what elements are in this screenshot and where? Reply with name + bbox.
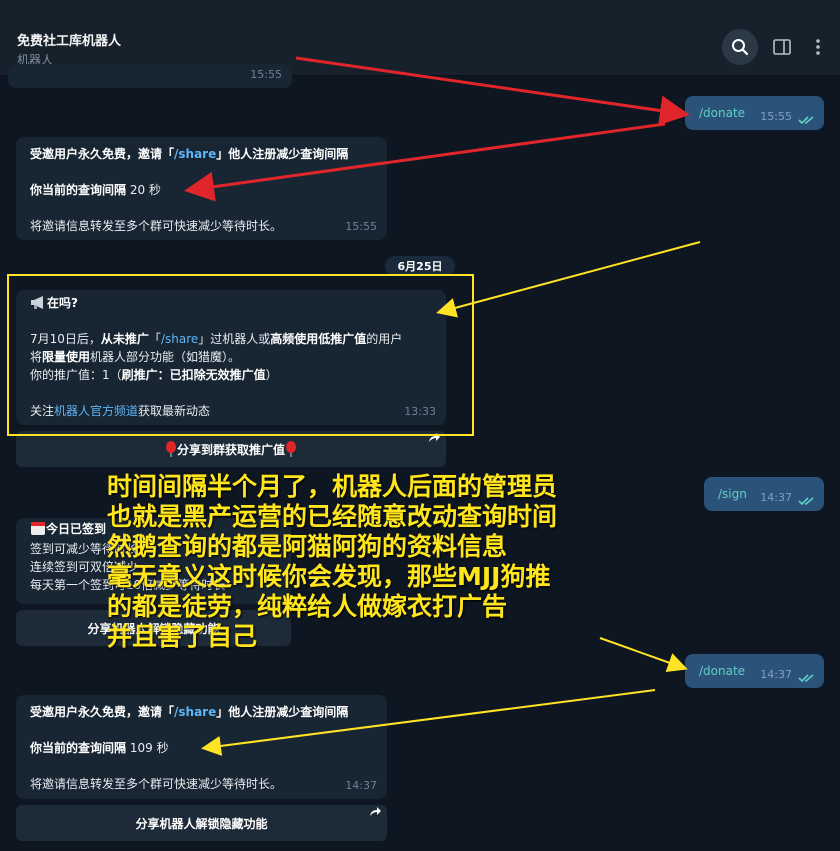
read-checks-icon xyxy=(798,674,814,683)
more-button[interactable] xyxy=(800,29,836,65)
commentary-line: 毫无意义这时候你会发现，那些MJJ狗推 xyxy=(107,562,551,591)
read-checks-icon xyxy=(798,497,814,506)
command-text: /sign xyxy=(718,487,747,501)
share-to-group-button[interactable]: 分享到群获取推广值 xyxy=(16,431,446,467)
share-to-group-label: 分享到群获取推广值 xyxy=(176,442,285,457)
commentary-line: 时间间隔半个月了，机器人后面的管理员 xyxy=(107,472,558,501)
signin-title-line: 今日已签到 xyxy=(30,520,106,538)
message-time: 14:37 xyxy=(760,491,792,504)
search-icon xyxy=(732,39,749,56)
sidebar-panel-icon xyxy=(773,39,791,55)
message-time: 15:55 xyxy=(345,220,377,233)
message-truncated: 15:55 xyxy=(8,64,292,88)
more-vertical-icon xyxy=(816,39,820,55)
commentary-line: 然鹅查询的都是阿猫阿狗的资料信息 xyxy=(107,532,508,561)
share-invite-line: 受邀用户永久免费，邀请「/share」他人注册减少查询间隔 xyxy=(30,705,349,719)
interval-line: 你当前的查询间隔 109 秒 xyxy=(30,741,169,755)
commentary-line: 也就是黑产运营的已经随意改动查询时间 xyxy=(107,502,558,531)
share-command-link[interactable]: /share xyxy=(174,705,216,719)
message-time: 15:55 xyxy=(760,110,792,123)
highlight-box xyxy=(7,274,474,436)
window-titlebar xyxy=(0,0,840,22)
message-list[interactable]: 15:55 /donate 15:55 受邀用户永久免费，邀请「/share」他… xyxy=(0,64,840,851)
message-share-info: 受邀用户永久免费，邀请「/share」他人注册减少查询间隔 你当前的查询间隔 1… xyxy=(16,695,387,799)
share-invite-line: 受邀用户永久免费，邀请「/share」他人注册减少查询间隔 xyxy=(30,147,349,161)
annotation-commentary: 时间间隔半个月了，机器人后面的管理员 也就是黑产运营的已经随意改动查询时间 然鹅… xyxy=(107,472,697,652)
date-separator: 6月25日 xyxy=(385,256,455,276)
message-outgoing-sign: /sign 14:37 xyxy=(704,477,824,511)
unlock-features-button[interactable]: 分享机器人解锁隐藏功能 xyxy=(16,805,387,841)
sidebar-toggle-button[interactable] xyxy=(764,29,800,65)
message-outgoing-donate: /donate 14:37 xyxy=(685,654,824,688)
forward-arrow-icon xyxy=(370,807,381,816)
balloon-icon xyxy=(165,441,176,457)
commentary-line: 的都是徒劳，纯粹给人做嫁衣打广告 xyxy=(107,592,508,621)
message-time: 14:37 xyxy=(345,779,377,792)
command-text: /donate xyxy=(699,664,746,678)
search-button[interactable] xyxy=(722,29,758,65)
message-time: 15:55 xyxy=(250,68,282,81)
share-command-link[interactable]: /share xyxy=(174,147,216,161)
unlock-features-label: 分享机器人解锁隐藏功能 xyxy=(135,816,268,831)
balloon-icon xyxy=(286,441,296,457)
interval-line: 你当前的查询间隔 20 秒 xyxy=(30,183,161,197)
message-outgoing-donate: /donate 15:55 xyxy=(685,96,824,130)
chat-title[interactable]: 免费社工库机器人 xyxy=(17,30,121,49)
share-note: 将邀请信息转发至多个群可快速减少等待时长。 xyxy=(30,219,283,233)
share-note: 将邀请信息转发至多个群可快速减少等待时长。 xyxy=(30,777,283,791)
commentary-line: 并且害了自己 xyxy=(107,622,258,651)
message-share-info: 受邀用户永久免费，邀请「/share」他人注册减少查询间隔 你当前的查询间隔 2… xyxy=(16,137,387,240)
command-text: /donate xyxy=(699,106,746,120)
calendar-icon xyxy=(31,522,45,535)
message-time: 14:37 xyxy=(760,668,792,681)
read-checks-icon xyxy=(798,116,814,125)
